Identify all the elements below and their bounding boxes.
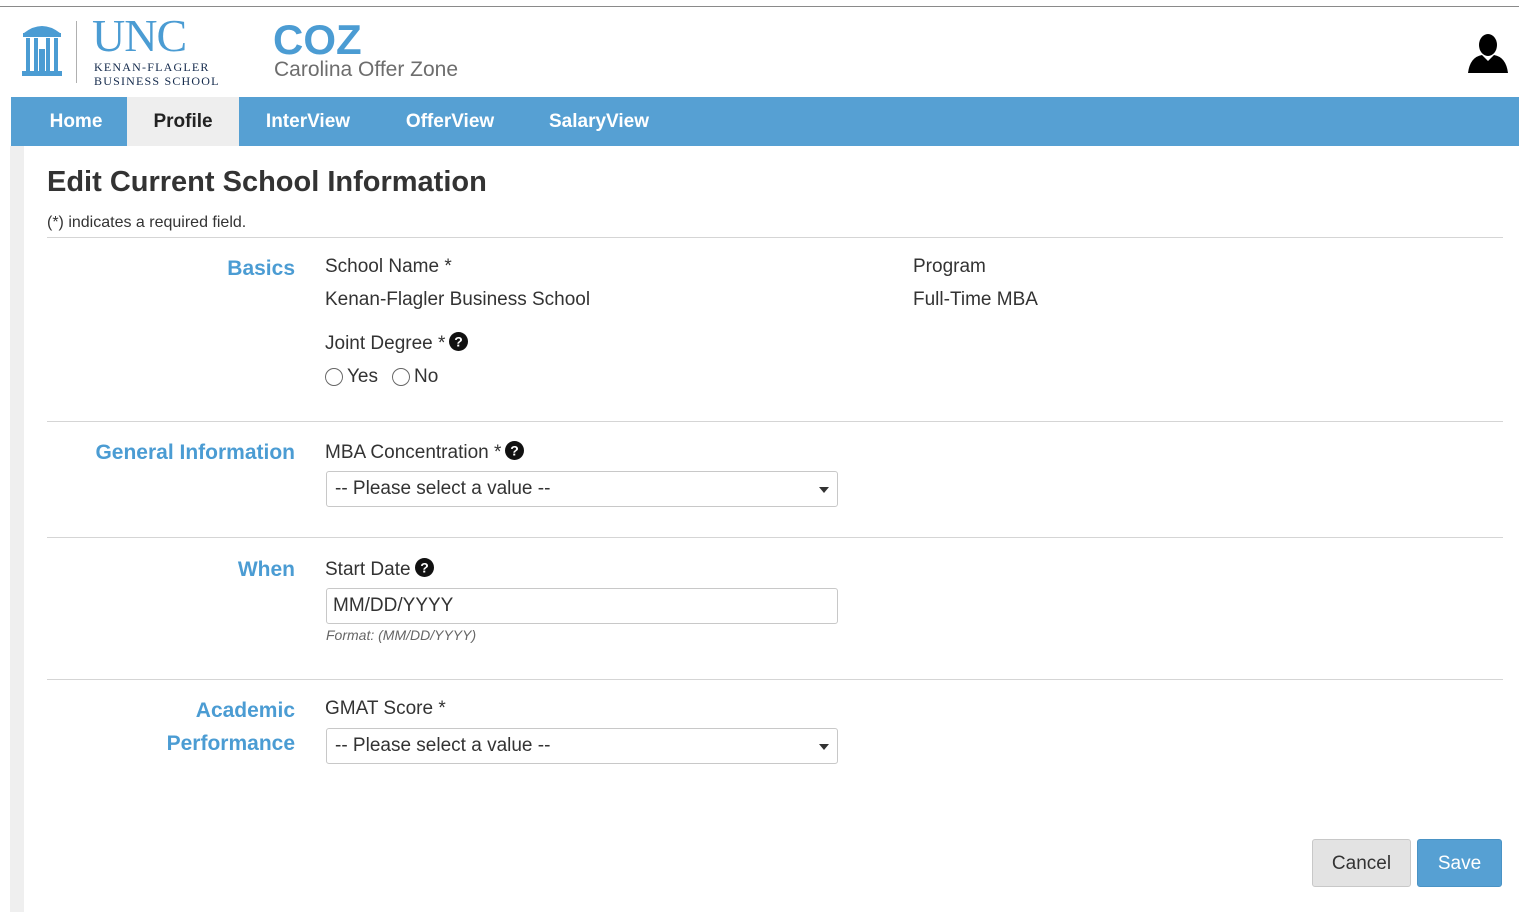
unc-logo-text: UNC <box>92 10 187 61</box>
joint-degree-label: Joint Degree * <box>325 333 446 354</box>
program-value: Full-Time MBA <box>913 289 1038 310</box>
site-header: UNC KENAN-FLAGLER BUSINESS SCHOOL COZ Ca… <box>0 7 1519 97</box>
divider <box>47 421 1503 422</box>
page-title: Edit Current School Information <box>47 166 487 198</box>
section-label-when: When <box>237 558 295 581</box>
divider <box>47 537 1503 538</box>
joint-degree-no-radio[interactable] <box>392 368 410 386</box>
nav-profile[interactable]: Profile <box>127 97 239 146</box>
help-circle-icon[interactable]: ? <box>449 332 469 351</box>
joint-degree-radio-group: Yes No <box>325 365 452 389</box>
svg-text:?: ? <box>455 334 464 350</box>
start-date-label: Start Date <box>325 559 411 580</box>
logo-line-1: KENAN-FLAGLER <box>94 60 210 74</box>
nav-salaryview[interactable]: SalaryView <box>535 97 663 146</box>
svg-text:?: ? <box>511 443 520 459</box>
section-label-line-2: Performance <box>166 732 295 755</box>
mba-concentration-label-row: MBA Concentration *? <box>325 441 525 463</box>
gmat-score-select[interactable]: -- Please select a value -- <box>326 728 838 764</box>
nav-interview[interactable]: InterView <box>251 97 365 146</box>
app-name: COZ <box>273 16 362 63</box>
help-circle-icon[interactable]: ? <box>505 441 525 460</box>
cancel-button[interactable]: Cancel <box>1312 839 1411 887</box>
app-subtitle: Carolina Offer Zone <box>274 58 459 81</box>
nav-home[interactable]: Home <box>31 97 121 146</box>
start-date-placeholder: MM/DD/YYYY <box>333 595 454 616</box>
save-button[interactable]: Save <box>1417 839 1502 887</box>
svg-text:?: ? <box>420 560 429 576</box>
user-silhouette-icon[interactable] <box>1466 31 1510 80</box>
required-note: (*) indicates a required field. <box>47 214 247 231</box>
mba-concentration-select[interactable]: -- Please select a value -- <box>326 471 838 507</box>
joint-degree-yes-label[interactable]: Yes <box>347 366 378 388</box>
joint-degree-yes-radio[interactable] <box>325 368 343 386</box>
school-name-value: Kenan-Flagler Business School <box>325 289 591 310</box>
left-rail <box>10 146 24 912</box>
logo-line-2: BUSINESS SCHOOL <box>94 74 220 88</box>
old-well-logo-icon <box>20 21 64 84</box>
gmat-score-label: GMAT Score * <box>325 698 446 719</box>
dropdown-caret-icon <box>819 487 829 493</box>
section-label-line-1: Academic <box>195 699 295 722</box>
section-label-academic-performance: Academic Performance <box>167 694 295 760</box>
divider <box>47 679 1503 680</box>
dropdown-caret-icon <box>819 744 829 750</box>
gmat-score-selected-value: -- Please select a value -- <box>335 735 551 756</box>
joint-degree-label-row: Joint Degree *? <box>325 332 469 354</box>
start-date-label-row: Start Date? <box>325 558 434 579</box>
divider <box>47 237 1503 238</box>
school-name-label: School Name * <box>325 256 452 277</box>
main-nav: Home Profile InterView OfferView SalaryV… <box>11 97 1519 146</box>
start-date-format-hint: Format: (MM/DD/YYYY) <box>326 627 477 643</box>
program-label: Program <box>913 256 986 277</box>
joint-degree-no-label[interactable]: No <box>414 366 438 388</box>
help-circle-icon[interactable]: ? <box>414 558 434 577</box>
mba-concentration-selected-value: -- Please select a value -- <box>335 478 551 499</box>
nav-offerview[interactable]: OfferView <box>391 97 509 146</box>
mba-concentration-label: MBA Concentration * <box>325 442 502 463</box>
section-label-general-information: General Information <box>95 441 295 464</box>
logo-divider <box>76 21 77 83</box>
section-label-basics: Basics <box>227 257 295 280</box>
start-date-input[interactable]: MM/DD/YYYY <box>326 588 838 624</box>
